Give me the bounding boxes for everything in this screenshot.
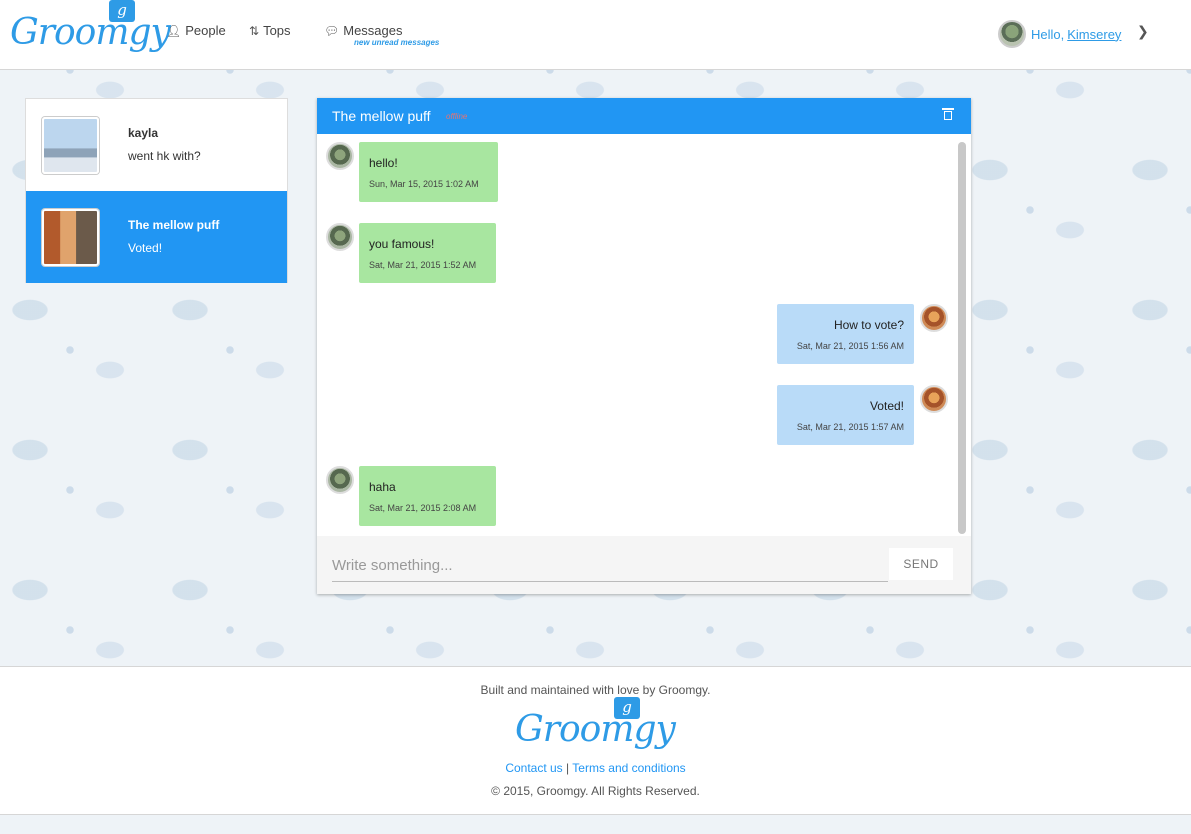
nav-messages-label: Messages [343,23,403,38]
message-text: Voted! [869,399,904,413]
chevron-down-icon[interactable]: ❯ [1137,23,1149,40]
footer: Built and maintained with love by Groomg… [0,666,1191,815]
sender-avatar [326,142,354,170]
nav-people-label: People [185,23,226,38]
greeting-text: Hello, [1031,26,1065,42]
conversation-preview: Voted! [128,241,163,255]
message-input[interactable] [332,550,888,582]
sender-avatar [326,466,354,494]
message-bubble: How to vote? Sat, Mar 21, 2015 1:56 AM [777,304,914,364]
groomgy-logo[interactable]: Groomgy g [10,0,171,62]
chat-header: The mellow puff offline [317,98,971,134]
top-navbar: Groomgy g 👤︎ People ⇅ Tops 💬︎ Messages n… [0,0,1191,70]
message-time: Sat, Mar 21, 2015 1:52 AM [369,260,477,270]
conversation-list: kayla went hk with? The mellow puff Vote… [25,98,288,283]
my-avatar [920,385,948,413]
copyright-text: © 2015, Groomgy. All Rights Reserved. [491,784,700,798]
message-bubble: you famous! Sat, Mar 21, 2015 1:52 AM [359,223,496,283]
user-menu[interactable]: Hello, Kimserey [998,19,1121,49]
logo-badge: g [614,697,640,719]
message-text: haha [369,480,396,494]
chat-panel: The mellow puff offline hello! Sun, Mar … [317,98,971,594]
nav-people[interactable]: 👤︎ People [166,23,226,38]
person-icon: 👤︎ [166,23,182,38]
message-bubble: haha Sat, Mar 21, 2015 2:08 AM [359,466,496,526]
sender-avatar [326,223,354,251]
conversation-avatar [42,117,99,174]
status-badge: offline [446,112,468,121]
conversation-preview: went hk with? [128,149,201,163]
message-bubble: hello! Sun, Mar 15, 2015 1:02 AM [359,142,498,202]
user-avatar [998,20,1026,48]
message-scrollbar[interactable] [958,142,966,534]
footer-links: Contact us | Terms and conditions [0,761,1191,775]
footer-logo: Groomgy g [515,697,676,759]
conversation-name: kayla [128,126,159,140]
nav-tops[interactable]: ⇅ Tops [249,23,291,38]
footer-built-text: Built and maintained with love by Groomg… [480,683,711,697]
send-button[interactable]: SEND [889,548,953,580]
message-time: Sat, Mar 21, 2015 2:08 AM [369,503,477,513]
username-link[interactable]: Kimserey [1067,27,1121,42]
my-avatar [920,304,948,332]
logo-badge: g [109,0,135,22]
message-time: Sun, Mar 15, 2015 1:02 AM [369,179,479,189]
unread-messages-notice[interactable]: new unread messages [354,38,439,47]
logo-wordmark: Groomgy [515,709,676,750]
contact-link[interactable]: Contact us [505,761,562,775]
trash-icon[interactable] [942,108,954,120]
chat-bubbles-icon: 💬︎ [324,23,340,38]
nav-tops-label: Tops [263,23,291,38]
link-separator: | [566,761,570,775]
message-composer: SEND [317,536,971,594]
conversation-name: The mellow puff [128,218,220,232]
message-text: How to vote? [833,318,904,332]
nav-messages[interactable]: 💬︎ Messages [324,23,402,38]
message-time: Sat, Mar 21, 2015 1:56 AM [796,341,904,351]
logo-wordmark: Groomgy [10,12,171,53]
chat-title: The mellow puff [332,108,431,124]
conversation-item-active[interactable]: The mellow puff Voted! [26,191,287,283]
conversation-avatar [42,209,99,266]
message-text: hello! [369,156,398,170]
message-text: you famous! [369,237,435,251]
message-bubble: Voted! Sat, Mar 21, 2015 1:57 AM [777,385,914,445]
conversation-item[interactable]: kayla went hk with? [26,99,287,191]
terms-link[interactable]: Terms and conditions [572,761,685,775]
sort-icon: ⇅ [249,23,260,38]
message-time: Sat, Mar 21, 2015 1:57 AM [796,422,904,432]
